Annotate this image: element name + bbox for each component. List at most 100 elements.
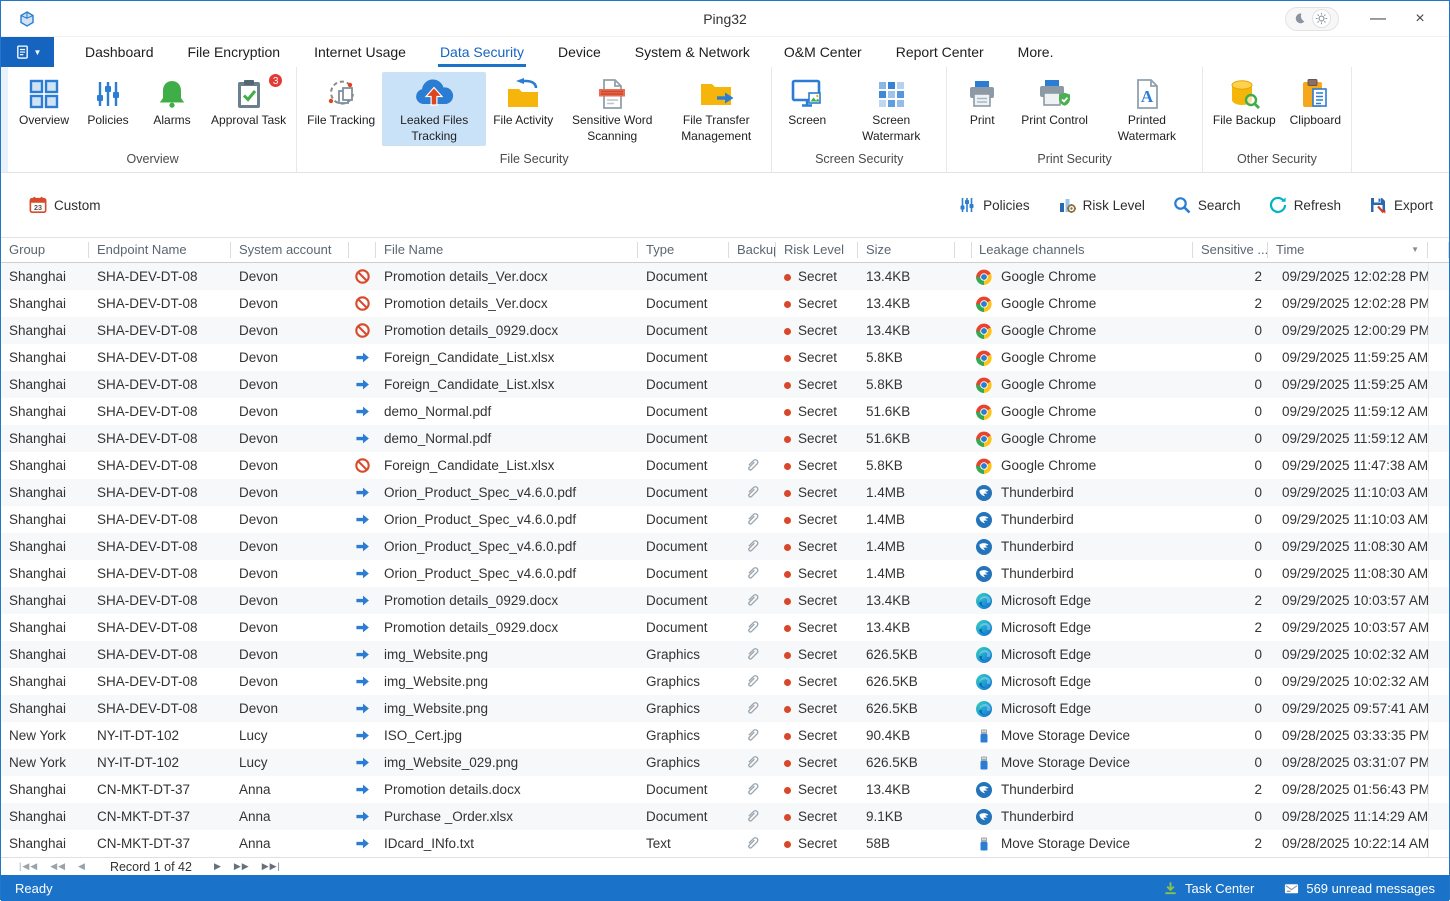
table-row[interactable]: New YorkNY-IT-DT-102Lucyimg_Website_029.… (1, 749, 1449, 776)
moon-icon[interactable] (1293, 12, 1306, 25)
tab-data-security[interactable]: Data Security (423, 37, 541, 67)
column-header-time[interactable]: Time▼ (1268, 242, 1428, 258)
table-row[interactable]: ShanghaiCN-MKT-DT-37AnnaIDcard_INfo.txtT… (1, 830, 1449, 857)
record-nav-button[interactable]: |◀◀ (19, 861, 38, 871)
close-button[interactable]: × (1399, 4, 1441, 34)
cell-time: 09/28/2025 11:14:29 AM (1268, 809, 1428, 824)
cell-time: 09/29/2025 11:10:03 AM (1268, 512, 1428, 527)
toolbar-policies-button[interactable]: Policies (958, 196, 1030, 214)
filter-dropdown-icon[interactable]: ▼ (1411, 242, 1419, 258)
record-nav-button[interactable]: ◀ (78, 861, 86, 871)
ribbon-button-file-activity[interactable]: File Activity (486, 72, 560, 131)
column-header-file-name[interactable]: File Name (376, 242, 638, 258)
table-row[interactable]: ShanghaiSHA-DEV-DT-08DevonForeign_Candid… (1, 452, 1449, 479)
cell-type: Graphics (638, 647, 729, 662)
tab-more[interactable]: More. (1001, 37, 1071, 67)
ribbon-button-leaked-files-tracking[interactable]: Leaked Files Tracking (382, 72, 486, 146)
table-row[interactable]: ShanghaiSHA-DEV-DT-08Devondemo_Normal.pd… (1, 425, 1449, 452)
ribbon-button-screen[interactable]: Screen (775, 72, 839, 131)
statusbar-569-unread-messages[interactable]: 569 unread messages (1284, 881, 1435, 896)
sun-icon[interactable] (1315, 12, 1328, 25)
table-row[interactable]: ShanghaiSHA-DEV-DT-08DevonOrion_Product_… (1, 560, 1449, 587)
ribbon-button-clipboard[interactable]: Clipboard (1283, 72, 1348, 131)
ribbon-button-approval-task[interactable]: 3Approval Task (204, 72, 293, 131)
toolbar-risk-level-button[interactable]: Risk Level (1058, 196, 1145, 214)
svg-text:A: A (1141, 87, 1154, 106)
ribbon-button-print-control[interactable]: Print Control (1014, 72, 1095, 131)
table-row[interactable]: ShanghaiSHA-DEV-DT-08DevonForeign_Candid… (1, 344, 1449, 371)
paperclip-icon (729, 836, 776, 851)
tab-internet-usage[interactable]: Internet Usage (297, 37, 423, 67)
column-header-group[interactable]: Group (1, 242, 89, 258)
toolbar-refresh-button[interactable]: Refresh (1269, 196, 1341, 214)
record-nav-button[interactable]: ▶ (214, 861, 222, 871)
toolbar-custom-button[interactable]: 23Custom (29, 196, 101, 214)
ribbon-button-policies[interactable]: Policies (76, 72, 140, 131)
cell-gutter (1428, 776, 1449, 803)
table-row[interactable]: New YorkNY-IT-DT-102LucyISO_Cert.jpgGrap… (1, 722, 1449, 749)
tab-device[interactable]: Device (541, 37, 618, 67)
cell-leakage-channel: Move Storage Device (971, 728, 1193, 744)
risk-dot (784, 463, 791, 470)
column-header-endpoint-name[interactable]: Endpoint Name (89, 242, 231, 258)
table-row[interactable]: ShanghaiSHA-DEV-DT-08DevonPromotion deta… (1, 317, 1449, 344)
column-header-sensitive[interactable]: Sensitive ... (1193, 242, 1268, 258)
tab-report-center[interactable]: Report Center (879, 37, 1001, 67)
column-header-backup[interactable]: Backup (729, 242, 776, 258)
ribbon-button-file-tracking[interactable]: File Tracking (300, 72, 382, 131)
ribbon-button-label: Print Control (1021, 113, 1088, 129)
table-row[interactable]: ShanghaiSHA-DEV-DT-08DevonPromotion deta… (1, 290, 1449, 317)
cell-system-account: Devon (231, 647, 349, 662)
table-row[interactable]: ShanghaiSHA-DEV-DT-08Devonimg_Website.pn… (1, 695, 1449, 722)
tab-dashboard[interactable]: Dashboard (68, 37, 171, 67)
ribbon-button-printed-watermark[interactable]: APrinted Watermark (1095, 72, 1199, 146)
table-row[interactable]: ShanghaiSHA-DEV-DT-08DevonOrion_Product_… (1, 506, 1449, 533)
cell-group: Shanghai (1, 269, 89, 284)
table-row[interactable]: ShanghaiSHA-DEV-DT-08Devonimg_Website.pn… (1, 641, 1449, 668)
tab-o-m-center[interactable]: O&M Center (767, 37, 879, 67)
screen-watermark-icon (875, 77, 907, 111)
policies-icon (92, 77, 124, 111)
toolbar-search-button[interactable]: Search (1173, 196, 1241, 214)
toolbar-export-button[interactable]: Export (1369, 196, 1433, 214)
blocked-icon (349, 458, 376, 473)
cell-time: 09/29/2025 11:59:12 AM (1268, 431, 1428, 446)
cell-leakage-channel: Google Chrome (971, 269, 1193, 285)
ribbon-button-sensitive-word-scanning[interactable]: Sensitive Word Scanning (560, 72, 664, 146)
overview-icon (28, 77, 60, 111)
record-nav-button[interactable]: ◀◀ (50, 861, 66, 871)
column-header-system-account[interactable]: System account (231, 242, 349, 258)
ribbon-button-alarms[interactable]: Alarms (140, 72, 204, 131)
record-nav-button[interactable]: ▶▶ (234, 861, 250, 871)
minimize-button[interactable]: — (1357, 4, 1399, 34)
cell-group: Shanghai (1, 458, 89, 473)
record-nav-button[interactable]: ▶▶| (262, 861, 281, 871)
cell-gutter (1428, 290, 1449, 317)
arrow-icon (349, 782, 376, 797)
table-row[interactable]: ShanghaiSHA-DEV-DT-08Devondemo_Normal.pd… (1, 398, 1449, 425)
column-header-risk-level[interactable]: Risk Level (776, 242, 858, 258)
channel-label: Microsoft Edge (1001, 593, 1091, 608)
ribbon-button-print[interactable]: Print (950, 72, 1014, 131)
column-header-type[interactable]: Type (638, 242, 729, 258)
table-row[interactable]: ShanghaiSHA-DEV-DT-08DevonForeign_Candid… (1, 371, 1449, 398)
table-row[interactable]: ShanghaiSHA-DEV-DT-08DevonPromotion deta… (1, 263, 1449, 290)
column-header-size[interactable]: Size (858, 242, 955, 258)
table-row[interactable]: ShanghaiSHA-DEV-DT-08DevonOrion_Product_… (1, 533, 1449, 560)
table-row[interactable]: ShanghaiSHA-DEV-DT-08DevonOrion_Product_… (1, 479, 1449, 506)
tab-file-encryption[interactable]: File Encryption (171, 37, 298, 67)
ribbon-button-file-backup[interactable]: File Backup (1206, 72, 1283, 131)
table-row[interactable]: ShanghaiSHA-DEV-DT-08DevonPromotion deta… (1, 587, 1449, 614)
theme-toggle[interactable] (1285, 7, 1339, 31)
tab-system-network[interactable]: System & Network (618, 37, 767, 67)
ribbon-button-screen-watermark[interactable]: Screen Watermark (839, 72, 943, 146)
table-row[interactable]: ShanghaiSHA-DEV-DT-08Devonimg_Website.pn… (1, 668, 1449, 695)
ribbon-button-overview[interactable]: Overview (12, 72, 76, 131)
statusbar-task-center[interactable]: Task Center (1163, 881, 1254, 896)
table-row[interactable]: ShanghaiSHA-DEV-DT-08DevonPromotion deta… (1, 614, 1449, 641)
table-row[interactable]: ShanghaiCN-MKT-DT-37AnnaPromotion detail… (1, 776, 1449, 803)
table-row[interactable]: ShanghaiCN-MKT-DT-37AnnaPurchase _Order.… (1, 803, 1449, 830)
ribbon-button-file-transfer-management[interactable]: File Transfer Management (664, 72, 768, 146)
column-header-leakage-channels[interactable]: Leakage channels (971, 242, 1193, 258)
app-menu-button[interactable]: ▼ (1, 37, 54, 67)
